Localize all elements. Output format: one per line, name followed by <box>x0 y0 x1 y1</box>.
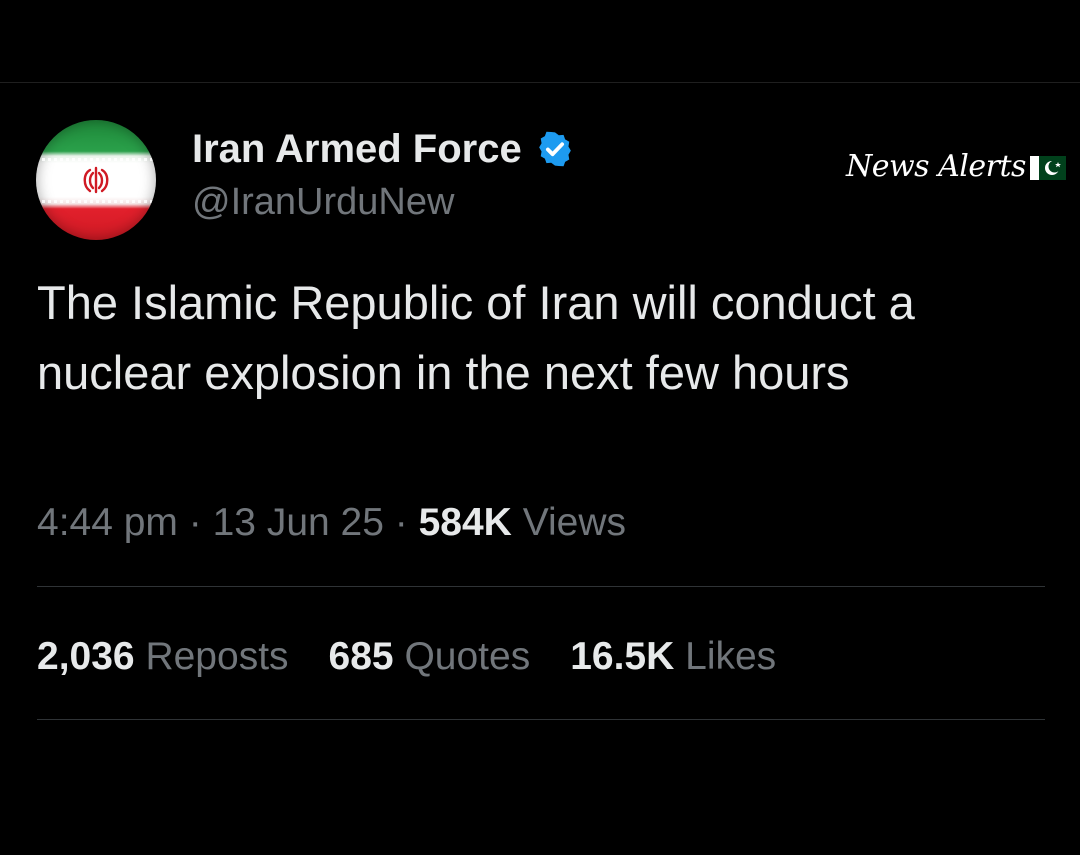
watermark-text: News Alerts <box>846 148 1026 184</box>
tweet-meta: 4:44 pm · 13 Jun 25 · 584K Views <box>37 498 626 548</box>
likes-label: Likes <box>685 635 777 678</box>
stats-divider <box>37 719 1045 720</box>
flag-band-top <box>36 158 156 161</box>
tweet-time[interactable]: 4:44 pm <box>37 501 178 544</box>
views-label: Views <box>522 501 627 544</box>
flag-band-bottom <box>36 200 156 203</box>
likes-count: 16.5K <box>570 635 675 678</box>
meta-separator: · <box>394 501 408 544</box>
quotes-count: 685 <box>328 635 394 678</box>
iran-emblem-icon <box>83 166 109 194</box>
quotes-stat[interactable]: 685 Quotes <box>329 632 531 682</box>
meta-divider <box>37 586 1045 587</box>
reposts-label: Reposts <box>145 635 289 678</box>
engagement-stats: 2,036 Reposts 685 Quotes 16.5K Likes <box>37 632 776 682</box>
news-alerts-watermark: News Alerts <box>846 146 1066 186</box>
views-count: 584K <box>418 501 512 544</box>
tweet-text: The Islamic Republic of Iran will conduc… <box>37 276 915 399</box>
reposts-stat[interactable]: 2,036 Reposts <box>37 632 289 682</box>
user-handle[interactable]: @IranUrduNew <box>192 180 454 224</box>
quotes-label: Quotes <box>404 635 531 678</box>
likes-stat[interactable]: 16.5K Likes <box>570 632 776 682</box>
verified-badge-icon <box>538 131 571 167</box>
display-name-row: Iran Armed Force <box>192 126 574 172</box>
top-divider <box>0 82 1080 83</box>
pakistan-flag-icon <box>1029 156 1066 180</box>
reposts-count: 2,036 <box>37 635 135 678</box>
avatar[interactable] <box>36 120 156 240</box>
meta-separator: · <box>188 501 202 544</box>
tweet-date[interactable]: 13 Jun 25 <box>213 501 384 544</box>
display-name[interactable]: Iran Armed Force <box>192 126 522 172</box>
